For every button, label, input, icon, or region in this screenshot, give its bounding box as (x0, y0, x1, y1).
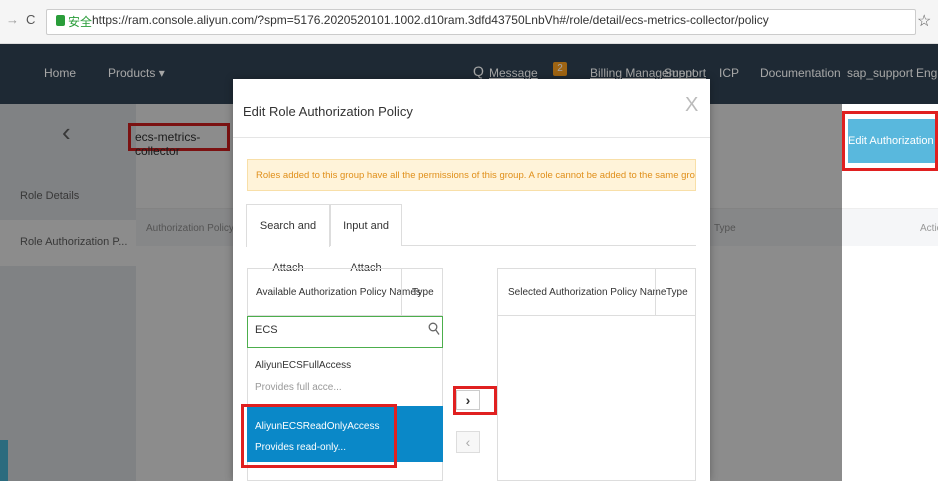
modal-backdrop-left (0, 104, 233, 481)
available-header-type: Type (412, 287, 434, 298)
highlight-box (453, 386, 497, 415)
close-icon[interactable]: X (685, 94, 698, 117)
search-value[interactable]: ECS (255, 324, 278, 336)
url-text[interactable]: https://ram.console.aliyun.com/?spm=5176… (92, 13, 769, 27)
forward-icon[interactable]: → (6, 12, 19, 27)
list-item-desc: Provides full acce... (255, 382, 342, 393)
tab-search-and-attach[interactable]: Search and Attach (246, 204, 330, 274)
tab-input-and-attach[interactable]: Input and Attach (330, 204, 402, 274)
search-icon[interactable] (428, 322, 440, 336)
remove-arrow-button[interactable]: ‹ (456, 431, 480, 453)
available-header-name: Available Authorization Policy Names (256, 287, 421, 298)
bookmark-star-icon[interactable]: ☆ (917, 11, 931, 31)
header-divider (401, 268, 402, 316)
header-divider (655, 268, 656, 316)
col-action: Actio (920, 223, 938, 234)
modal-backdrop-right (710, 104, 842, 481)
list-item-name[interactable]: AliyunECSFullAccess (255, 360, 351, 371)
notice-banner: Roles added to this group have all the p… (247, 159, 696, 191)
modal-divider (233, 137, 710, 138)
selected-header-type: Type (666, 287, 688, 298)
secure-label: 安全 (68, 15, 93, 29)
modal-title: Edit Role Authorization Policy (243, 104, 413, 119)
reload-icon[interactable]: C (26, 12, 35, 27)
highlight-box (241, 404, 397, 468)
selected-header-name: Selected Authorization Policy Name (508, 287, 667, 298)
highlight-box (842, 111, 938, 171)
lock-icon (56, 15, 65, 26)
